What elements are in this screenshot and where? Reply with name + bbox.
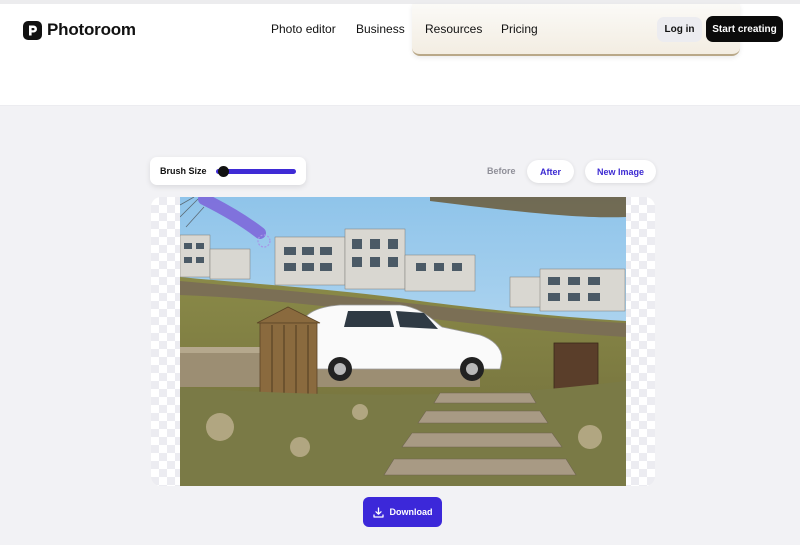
nav-resources[interactable]: Resources xyxy=(425,22,482,36)
nav-pricing[interactable]: Pricing xyxy=(501,22,538,36)
after-toggle[interactable]: After xyxy=(527,160,574,183)
nav-business[interactable]: Business xyxy=(356,22,405,36)
start-creating-button[interactable]: Start creating xyxy=(706,16,783,42)
download-label: Download xyxy=(389,507,433,517)
edited-photo xyxy=(180,197,626,486)
brand-name: Photoroom xyxy=(47,20,136,39)
download-icon xyxy=(372,506,384,518)
photoroom-logo-icon xyxy=(23,20,42,40)
site-header: Photoroom Photo editor Business Resource… xyxy=(0,4,800,106)
login-button[interactable]: Log in xyxy=(657,17,702,42)
brush-size-control: Brush Size xyxy=(150,157,306,185)
brush-size-slider-handle[interactable] xyxy=(218,166,229,177)
nav-photo-editor[interactable]: Photo editor xyxy=(271,22,336,36)
logo[interactable]: Photoroom xyxy=(23,20,136,40)
brush-size-label: Brush Size xyxy=(160,166,207,176)
new-image-button[interactable]: New Image xyxy=(585,160,656,183)
before-toggle[interactable]: Before xyxy=(487,166,516,176)
editor-canvas[interactable] xyxy=(151,197,655,486)
download-button[interactable]: Download xyxy=(363,497,442,527)
